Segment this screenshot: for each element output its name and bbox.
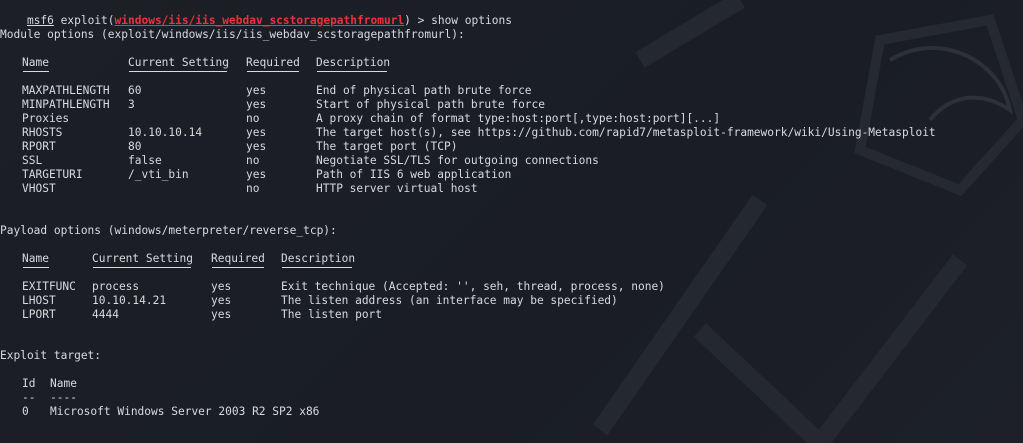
header-underline xyxy=(282,267,352,268)
column-header: Name xyxy=(50,377,77,390)
table-cell: End of physical path brute force xyxy=(316,84,532,97)
table-cell: 4444 xyxy=(92,308,119,321)
table-cell: Negotiate SSL/TLS for outgoing connectio… xyxy=(316,154,599,167)
header-dashes: -- xyxy=(22,391,36,404)
prompt-suffix: ) > show options xyxy=(404,14,512,27)
prompt-cmd: exploit( xyxy=(53,14,115,27)
column-header: Description xyxy=(316,56,391,69)
table-cell: RHOSTS xyxy=(22,126,63,139)
exploit-target-heading: Exploit target: xyxy=(0,349,102,362)
table-cell: yes xyxy=(246,84,267,97)
table-cell: no xyxy=(246,154,260,167)
column-header: Description xyxy=(281,252,356,265)
column-header: Required xyxy=(246,56,300,69)
table-cell: Microsoft Windows Server 2003 R2 SP2 x86 xyxy=(50,405,320,418)
table-cell: Start of physical path brute force xyxy=(316,98,546,111)
table-cell: 0 xyxy=(22,405,29,418)
table-cell: 10.10.14.21 xyxy=(92,294,167,307)
table-cell: yes xyxy=(246,140,267,153)
table-cell: MAXPATHLENGTH xyxy=(22,84,110,97)
table-cell: Exit technique (Accepted: '', seh, threa… xyxy=(281,280,665,293)
table-cell: 60 xyxy=(128,84,142,97)
table-cell: yes xyxy=(246,98,267,111)
table-cell: yes xyxy=(246,126,267,139)
header-underline xyxy=(129,71,227,72)
table-cell: 80 xyxy=(128,140,142,153)
table-cell: A proxy chain of format type:host:port[,… xyxy=(316,112,721,125)
table-cell: TARGETURI xyxy=(22,168,83,181)
table-cell: RPORT xyxy=(22,140,56,153)
table-cell: yes xyxy=(246,168,267,181)
command-prompt: msf6 exploit(windows/iis/iis_webdav_scst… xyxy=(0,0,512,27)
table-cell: 3 xyxy=(128,98,135,111)
payload-options-heading: Payload options (windows/meterpreter/rev… xyxy=(0,224,337,237)
column-header: Current Setting xyxy=(92,252,194,265)
table-cell: /_vti_bin xyxy=(128,168,189,181)
header-underline xyxy=(247,71,299,72)
column-header: Name xyxy=(22,252,49,265)
module-path: windows/iis/iis_webdav_scstoragepathfrom… xyxy=(114,14,405,27)
table-cell: The listen port xyxy=(281,308,383,321)
column-header: Required xyxy=(211,252,265,265)
terminal-window[interactable]: msf6 exploit(windows/iis/iis_webdav_scst… xyxy=(0,0,1023,443)
table-cell: VHOST xyxy=(22,182,56,195)
table-cell: MINPATHLENGTH xyxy=(22,98,110,111)
table-cell: no xyxy=(246,112,260,125)
module-options-heading: Module options (exploit/windows/iis/iis_… xyxy=(0,28,465,41)
table-cell: SSL xyxy=(22,154,43,167)
table-cell: LPORT xyxy=(22,308,56,321)
header-underline xyxy=(23,267,49,268)
header-underline xyxy=(317,71,387,72)
header-underline xyxy=(93,267,191,268)
header-underline xyxy=(212,267,264,268)
column-header: Id xyxy=(22,377,36,390)
table-cell: The target port (TCP) xyxy=(316,140,458,153)
msf-prefix: msf6 xyxy=(26,14,54,27)
table-cell: The listen address (an interface may be … xyxy=(281,294,618,307)
table-cell: yes xyxy=(211,294,232,307)
table-cell: Path of IIS 6 web application xyxy=(316,168,512,181)
table-cell: The target host(s), see https://github.c… xyxy=(316,126,936,139)
table-cell: HTTP server virtual host xyxy=(316,182,478,195)
header-underline xyxy=(23,71,49,72)
table-cell: EXITFUNC xyxy=(22,280,76,293)
table-cell: no xyxy=(246,182,260,195)
column-header: Current Setting xyxy=(128,56,230,69)
table-cell: yes xyxy=(211,280,232,293)
table-cell: yes xyxy=(211,308,232,321)
table-cell: process xyxy=(92,280,140,293)
table-cell: false xyxy=(128,154,162,167)
table-cell: LHOST xyxy=(22,294,56,307)
header-dashes: ---- xyxy=(50,391,77,404)
table-cell: Proxies xyxy=(22,112,70,125)
table-cell: 10.10.10.14 xyxy=(128,126,203,139)
column-header: Name xyxy=(22,56,49,69)
